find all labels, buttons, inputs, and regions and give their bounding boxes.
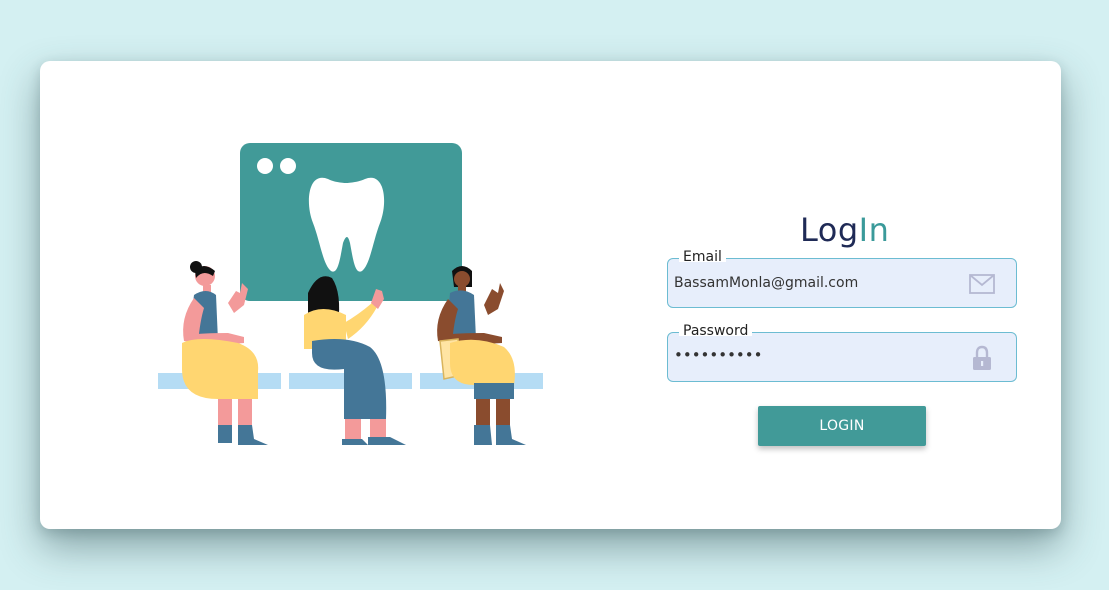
dental-waiting-room-illustration <box>158 143 543 445</box>
login-title: LogIn <box>800 211 889 249</box>
password-value[interactable]: •••••••••• <box>674 346 762 364</box>
login-title-part1: Log <box>800 211 859 249</box>
login-card: LogIn Email BassamMonla@gmail.com Passwo… <box>40 61 1061 529</box>
email-label: Email <box>679 249 726 265</box>
login-title-part2: In <box>858 211 890 249</box>
email-value[interactable]: BassamMonla@gmail.com <box>674 275 858 291</box>
lock-icon <box>973 345 991 370</box>
mail-icon <box>969 274 995 294</box>
password-label: Password <box>679 323 753 339</box>
login-button[interactable]: LOGIN <box>758 406 926 446</box>
password-field[interactable]: Password •••••••••• <box>667 323 1017 382</box>
email-field[interactable]: Email BassamMonla@gmail.com <box>667 249 1017 308</box>
